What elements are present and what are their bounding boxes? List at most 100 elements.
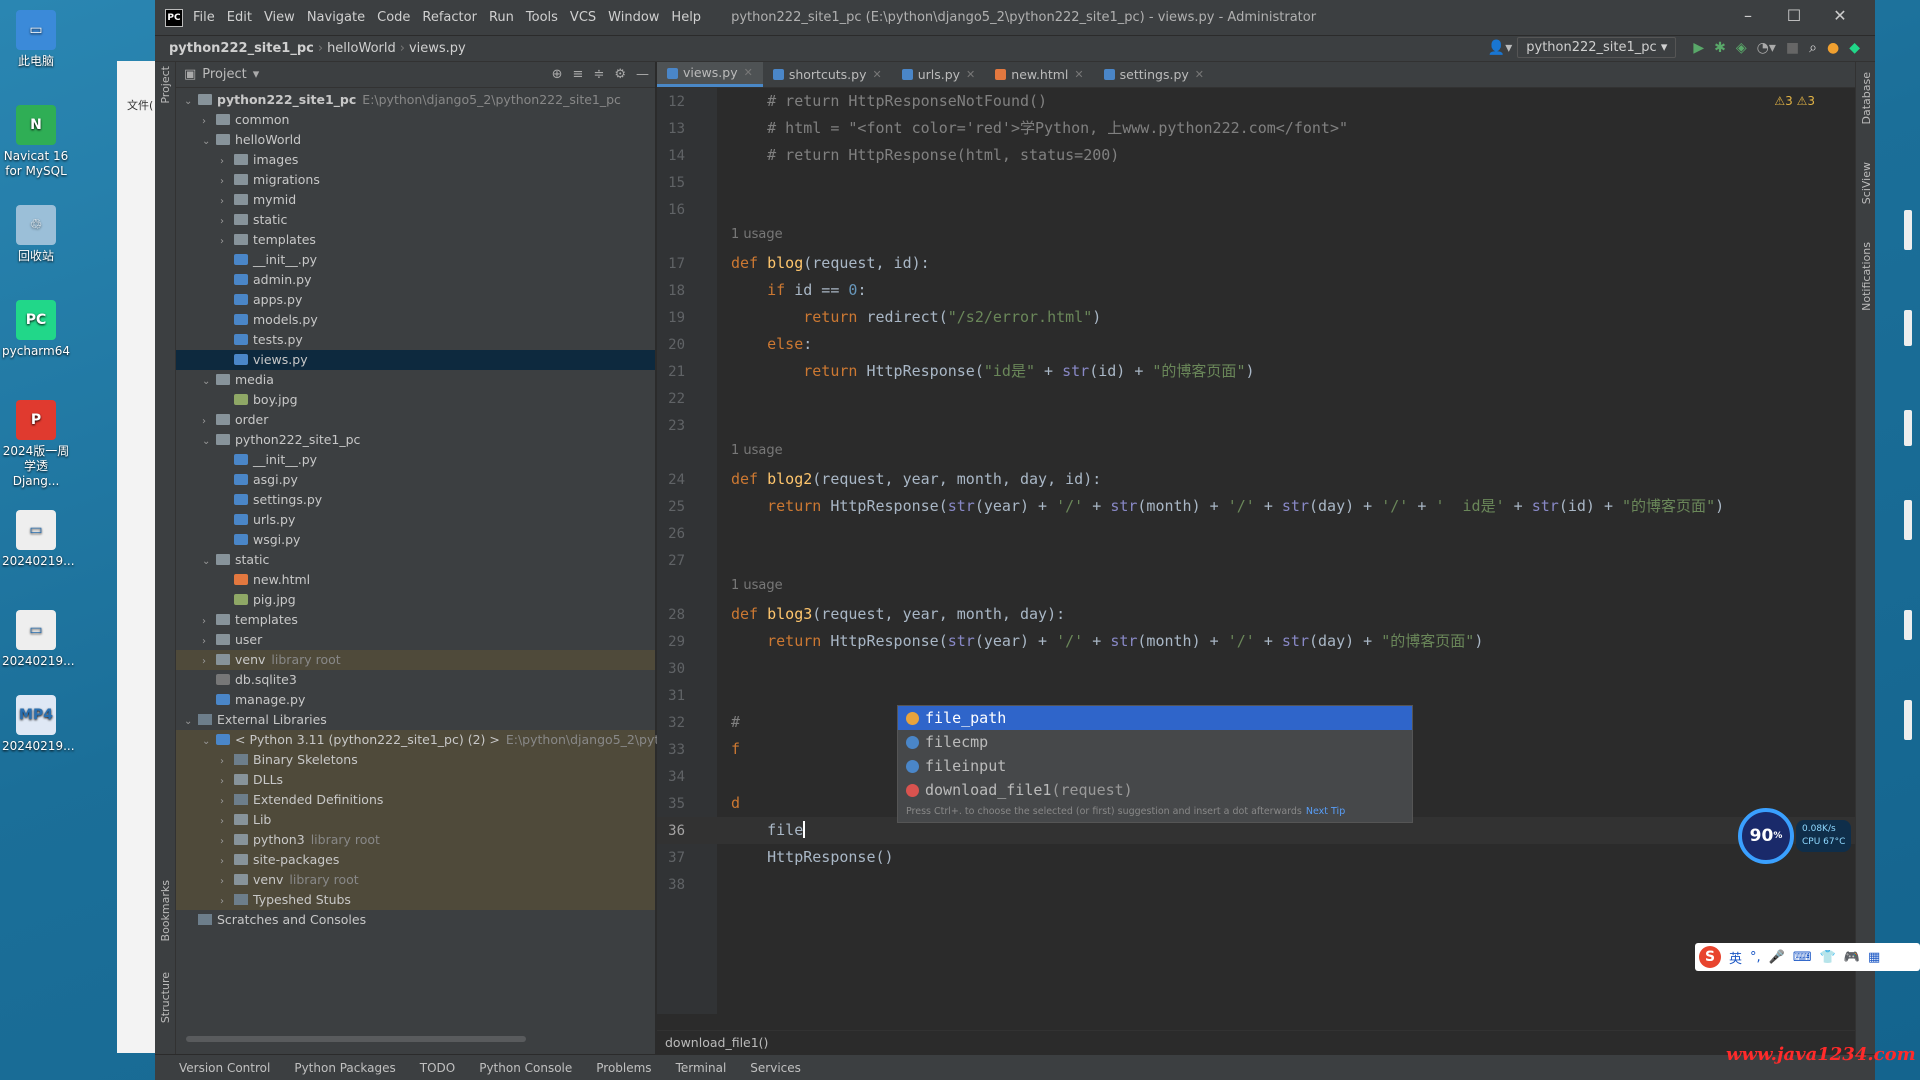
menu-file[interactable]: File: [193, 10, 215, 25]
breadcrumb-folder[interactable]: helloWorld: [323, 41, 400, 56]
tree-item[interactable]: ⌄ python222_site1_pc E:\python\django5_2\p…: [176, 90, 655, 110]
close-tab-icon[interactable]: ✕: [966, 62, 975, 88]
code-line[interactable]: 28 def blog3(request, year, month, day):: [657, 601, 1855, 628]
tree-item[interactable]: manage.py: [176, 690, 655, 710]
chevron-right-icon[interactable]: ›: [202, 632, 216, 652]
code-breadcrumb[interactable]: download_file1(): [657, 1030, 1855, 1054]
chevron-right-icon[interactable]: ›: [220, 792, 234, 812]
chevron-down-icon[interactable]: ⌄: [202, 432, 216, 452]
code-line[interactable]: 23: [657, 412, 1855, 439]
tool-todo[interactable]: TODO: [420, 1061, 455, 1075]
chevron-right-icon[interactable]: ›: [220, 832, 234, 852]
minimize-icon[interactable]: –: [1725, 6, 1771, 25]
usage-hint[interactable]: 1 usage: [731, 227, 783, 242]
tree-item[interactable]: new.html: [176, 570, 655, 590]
stop-icon[interactable]: ■: [1786, 40, 1799, 56]
chevron-right-icon[interactable]: ›: [220, 172, 234, 192]
desktop-icon[interactable]: MP4 20240219...: [2, 695, 75, 754]
tab-settings-py[interactable]: settings.py ✕: [1094, 62, 1214, 87]
maximize-icon[interactable]: ☐: [1771, 6, 1817, 25]
code-line[interactable]: 15: [657, 169, 1855, 196]
menu-tools[interactable]: Tools: [526, 10, 558, 25]
chevron-right-icon[interactable]: ›: [220, 752, 234, 772]
tree-item[interactable]: › Binary Skeletons: [176, 750, 655, 770]
code-line[interactable]: 14 # return HttpResponse(html, status=20…: [657, 142, 1855, 169]
hide-icon[interactable]: —: [636, 67, 649, 82]
chevron-right-icon[interactable]: ›: [220, 772, 234, 792]
chevron-right-icon[interactable]: ›: [220, 232, 234, 252]
tree-item[interactable]: › images: [176, 150, 655, 170]
game-icon[interactable]: 🎮: [1844, 950, 1860, 965]
pycharm-logo-icon[interactable]: PC: [165, 8, 183, 27]
code-text[interactable]: # return HttpResponse(html, status=200): [731, 142, 1119, 169]
code-text[interactable]: def blog2(request, year, month, day, id)…: [731, 466, 1101, 493]
code-text[interactable]: f: [731, 736, 740, 763]
close-tab-icon[interactable]: ✕: [872, 62, 881, 88]
skin-icon[interactable]: 👕: [1820, 950, 1836, 965]
run-icon[interactable]: ▶: [1693, 40, 1704, 56]
tree-item[interactable]: › order: [176, 410, 655, 430]
code-line[interactable]: 13 # html = "<font color='red'>学Python, …: [657, 115, 1855, 142]
close-tab-icon[interactable]: ✕: [1074, 62, 1083, 88]
code-text[interactable]: file: [731, 817, 806, 844]
tool-services[interactable]: Services: [750, 1061, 801, 1075]
tree-item[interactable]: › common: [176, 110, 655, 130]
code-line[interactable]: 24 def blog2(request, year, month, day, i…: [657, 466, 1855, 493]
chevron-right-icon[interactable]: ›: [220, 212, 234, 232]
chevron-down-icon[interactable]: ⌄: [184, 92, 198, 112]
chevron-right-icon[interactable]: ›: [202, 412, 216, 432]
tree-item[interactable]: › migrations: [176, 170, 655, 190]
menu-view[interactable]: View: [264, 10, 295, 25]
tree-item[interactable]: asgi.py: [176, 470, 655, 490]
chevron-right-icon[interactable]: ›: [202, 612, 216, 632]
toolbox-icon[interactable]: ▦: [1868, 950, 1880, 965]
code-text[interactable]: if id == 0:: [731, 277, 866, 304]
menu-vcs[interactable]: VCS: [570, 10, 596, 25]
desktop-icon[interactable]: ▭ 20240219...: [2, 510, 75, 569]
tab-views-py[interactable]: views.py ✕: [657, 62, 763, 87]
project-panel-title[interactable]: Project: [202, 67, 246, 82]
chevron-right-icon[interactable]: ›: [202, 112, 216, 132]
code-text[interactable]: else:: [731, 331, 812, 358]
code-line[interactable]: 18 if id == 0:: [657, 277, 1855, 304]
sogou-logo-icon[interactable]: S: [1699, 946, 1721, 968]
tree-item[interactable]: ⌄ static: [176, 550, 655, 570]
tab-urls-py[interactable]: urls.py ✕: [892, 62, 986, 87]
menu-help[interactable]: Help: [671, 10, 701, 25]
database-tool-button[interactable]: Database: [1860, 72, 1873, 125]
chevron-right-icon[interactable]: ›: [220, 852, 234, 872]
code-line[interactable]: 19 return redirect("/s2/error.html"): [657, 304, 1855, 331]
coverage-icon[interactable]: ◈: [1736, 40, 1747, 56]
tree-item[interactable]: ⌄ media: [176, 370, 655, 390]
chevron-down-icon[interactable]: ⌄: [202, 552, 216, 572]
code-line[interactable]: 30: [657, 655, 1855, 682]
debug-icon[interactable]: ✱: [1714, 40, 1726, 56]
code-text[interactable]: d: [731, 790, 740, 817]
completion-item[interactable]: filecmp: [898, 730, 1412, 754]
desktop-icon[interactable]: ▭ 20240219...: [2, 610, 75, 669]
chevron-down-icon[interactable]: ⌄: [202, 132, 216, 152]
close-tab-icon[interactable]: ✕: [744, 60, 753, 86]
tree-item[interactable]: › static: [176, 210, 655, 230]
chevron-right-icon[interactable]: ›: [220, 812, 234, 832]
tree-item[interactable]: boy.jpg: [176, 390, 655, 410]
tree-item[interactable]: ⌄ < Python 3.11 (python222_site1_pc) (2) …: [176, 730, 707, 750]
menu-edit[interactable]: Edit: [227, 10, 252, 25]
tree-item[interactable]: › user: [176, 630, 655, 650]
tree-item[interactable]: __init__.py: [176, 250, 655, 270]
tree-item[interactable]: › mymid: [176, 190, 655, 210]
code-line[interactable]: 21 return HttpResponse("id是" + str(id) +…: [657, 358, 1855, 385]
chevron-down-icon[interactable]: ▾: [253, 67, 260, 82]
tree-item[interactable]: › Lib: [176, 810, 655, 830]
tool-version-control[interactable]: Version Control: [179, 1061, 270, 1075]
tab-new-html[interactable]: new.html ✕: [985, 62, 1093, 87]
next-tip-link[interactable]: Next Tip: [1306, 806, 1345, 817]
code-text[interactable]: # html = "<font color='red'>学Python, 上ww…: [731, 115, 1348, 142]
code-text[interactable]: return HttpResponse("id是" + str(id) + "的…: [731, 358, 1254, 385]
tool-problems[interactable]: Problems: [596, 1061, 651, 1075]
code-text[interactable]: HttpResponse(): [731, 844, 893, 871]
horizontal-scrollbar[interactable]: [186, 1036, 526, 1042]
chevron-right-icon[interactable]: ›: [202, 652, 216, 672]
code-text[interactable]: return HttpResponse(str(year) + '/' + st…: [731, 493, 1724, 520]
code-text[interactable]: def blog(request, id):: [731, 250, 930, 277]
